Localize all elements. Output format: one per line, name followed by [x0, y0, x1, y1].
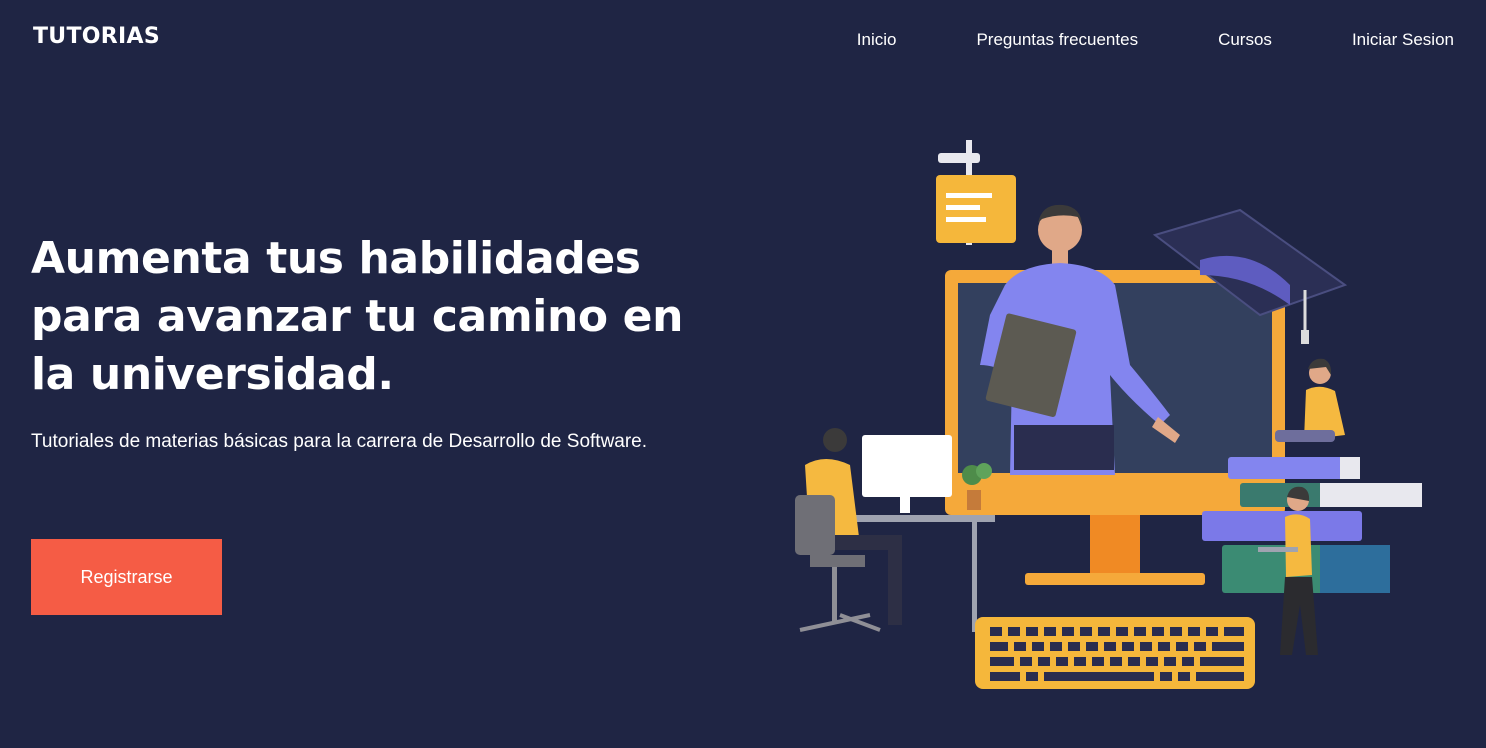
hero-title: Aumenta tus habilidades para avanzar tu … — [31, 233, 684, 400]
nav-cursos[interactable]: Cursos — [1218, 30, 1272, 50]
register-button[interactable]: Registrarse — [31, 539, 222, 615]
site-header: TUTORIAS Inicio Preguntas frecuentes Cur… — [0, 0, 1486, 80]
online-education-illustration — [795, 140, 1422, 689]
hero-subtitle: Tutoriales de materias básicas para la c… — [31, 431, 648, 452]
main-nav: Inicio Preguntas frecuentes Cursos Inici… — [857, 30, 1454, 50]
site-logo[interactable]: TUTORIAS — [33, 24, 160, 49]
nav-preguntas-frecuentes[interactable]: Preguntas frecuentes — [976, 30, 1138, 50]
nav-inicio[interactable]: Inicio — [857, 30, 897, 50]
nav-iniciar-sesion[interactable]: Iniciar Sesion — [1352, 30, 1454, 50]
